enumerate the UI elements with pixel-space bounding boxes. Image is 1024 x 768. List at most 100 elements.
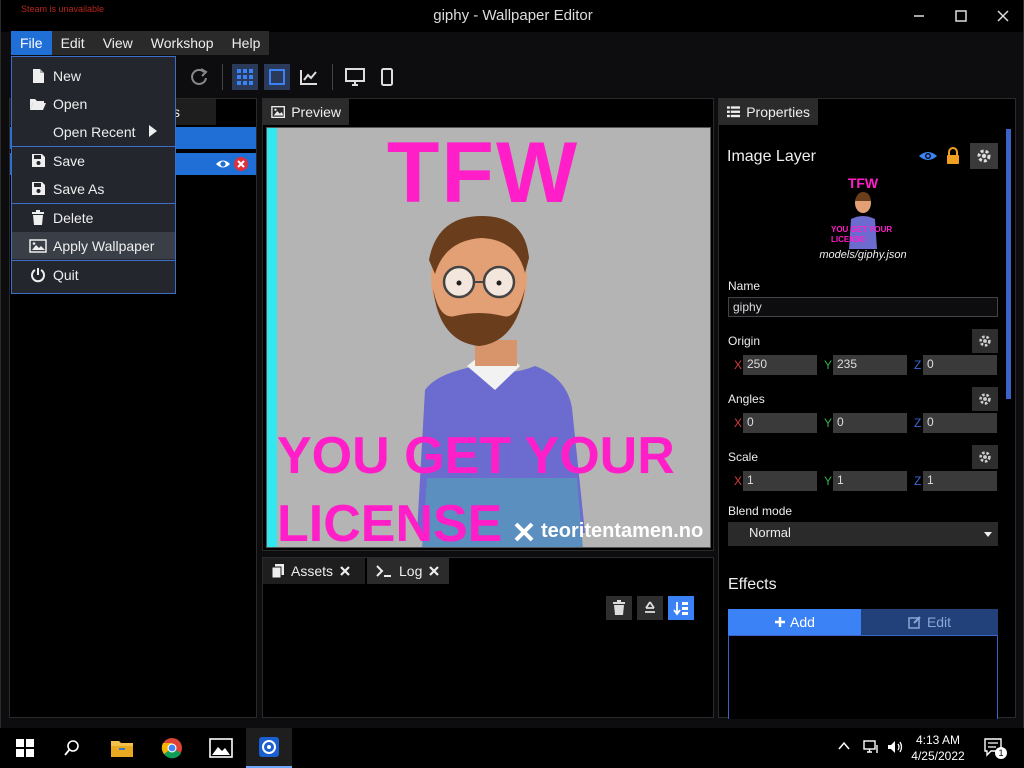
watermark-text: teoritentamen.no bbox=[541, 520, 704, 542]
clear-log-button[interactable] bbox=[606, 596, 632, 620]
mobile-view-button[interactable] bbox=[374, 64, 400, 90]
performance-button[interactable] bbox=[296, 64, 322, 90]
tab-label: Preview bbox=[291, 104, 341, 120]
scale-settings-button[interactable] bbox=[972, 445, 998, 469]
gear-icon bbox=[977, 149, 991, 163]
angles-z-field[interactable]: 0 bbox=[923, 413, 997, 433]
origin-x-field[interactable]: 250 bbox=[743, 355, 817, 375]
menu-workshop[interactable]: Workshop bbox=[142, 31, 223, 55]
image-icon bbox=[271, 106, 285, 118]
scale-z-field[interactable]: 1 bbox=[923, 471, 997, 491]
origin-y-axis: Y bbox=[824, 358, 833, 372]
menu-view[interactable]: View bbox=[94, 31, 142, 55]
blend-mode-label: Blend mode bbox=[728, 504, 793, 518]
redo-icon bbox=[191, 68, 208, 85]
name-field[interactable]: giphy bbox=[728, 297, 998, 317]
edit-icon bbox=[908, 616, 921, 629]
add-effect-button[interactable]: Add bbox=[728, 609, 861, 635]
watermark: teoritentamen.no bbox=[513, 520, 703, 543]
tab-log[interactable]: Log bbox=[367, 558, 449, 584]
start-button[interactable] bbox=[2, 728, 48, 768]
redo-button[interactable] bbox=[186, 64, 212, 90]
menu-item-open-recent[interactable]: Open Recent bbox=[12, 118, 175, 145]
tab-properties[interactable]: Properties bbox=[719, 99, 818, 125]
scale-x-field[interactable]: 1 bbox=[743, 471, 817, 491]
bounds-toggle-button[interactable] bbox=[264, 64, 290, 90]
blend-mode-value: Normal bbox=[749, 525, 791, 540]
menu-item-save-as[interactable]: Save As bbox=[12, 175, 175, 202]
menu-help[interactable]: Help bbox=[223, 31, 270, 55]
layer-settings-button[interactable] bbox=[970, 143, 998, 169]
file-menu-dropdown: New Open Open Recent Save Save As Delete… bbox=[11, 56, 176, 294]
taskbar-wallpaper-engine[interactable] bbox=[246, 728, 292, 768]
lock-toggle[interactable] bbox=[940, 144, 966, 168]
wallpaper-engine-icon bbox=[259, 737, 279, 757]
properties-scrollbar[interactable] bbox=[1006, 129, 1011, 399]
plus-icon bbox=[775, 617, 786, 627]
origin-settings-button[interactable] bbox=[972, 329, 998, 353]
search-button[interactable] bbox=[49, 728, 95, 768]
effects-list[interactable] bbox=[728, 635, 998, 719]
desktop-view-button[interactable] bbox=[342, 64, 368, 90]
autoscroll-button[interactable] bbox=[668, 596, 694, 620]
phone-icon bbox=[381, 68, 393, 86]
menu-item-save[interactable]: Save bbox=[12, 147, 175, 174]
taskbar-file-explorer[interactable] bbox=[99, 728, 145, 768]
system-clock[interactable]: 4:13 AM 4/25/2022 bbox=[910, 732, 966, 764]
action-center-button[interactable]: 1 bbox=[984, 738, 1007, 759]
chrome-icon bbox=[161, 738, 182, 759]
edit-button-label: Edit bbox=[926, 614, 952, 630]
menu-bar: File Edit View Workshop Help bbox=[11, 31, 270, 55]
tab-assets[interactable]: Assets bbox=[263, 558, 365, 584]
tab-label: Assets bbox=[291, 563, 334, 579]
meme-top-text: TFW bbox=[386, 127, 580, 221]
scale-y-field[interactable]: 1 bbox=[833, 471, 907, 491]
menu-item-open[interactable]: Open bbox=[12, 90, 175, 117]
wallpaper-preview-canvas[interactable]: TFW YOU GET YOUR LICENSE teoritentamen.n… bbox=[266, 127, 711, 548]
scale-y-axis: Y bbox=[824, 474, 833, 488]
show-hidden-icons[interactable] bbox=[838, 741, 850, 751]
volume-control[interactable] bbox=[886, 739, 904, 755]
taskbar-chrome[interactable] bbox=[149, 728, 195, 768]
angles-x-field[interactable]: 0 bbox=[743, 413, 817, 433]
menu-file[interactable]: File bbox=[11, 31, 52, 55]
folder-open-icon bbox=[30, 98, 46, 110]
origin-z-axis: Z bbox=[914, 358, 922, 372]
taskbar-photos[interactable] bbox=[198, 728, 244, 768]
photos-icon bbox=[209, 738, 233, 758]
tab-preview[interactable]: Preview bbox=[263, 99, 349, 125]
editor-window: Steam is unavailable giphy - Wallpaper E… bbox=[0, 0, 1024, 728]
edit-effect-button[interactable]: Edit bbox=[861, 609, 998, 635]
grid-toggle-button[interactable] bbox=[232, 64, 258, 90]
recycle-icon bbox=[645, 601, 655, 613]
taskbar: 4:13 AM 4/25/2022 1 bbox=[0, 728, 1024, 768]
trash-icon bbox=[613, 600, 625, 615]
maximize-button[interactable] bbox=[940, 0, 982, 32]
eye-icon[interactable] bbox=[215, 156, 231, 172]
menu-item-delete[interactable]: Delete bbox=[12, 204, 175, 231]
angles-label: Angles bbox=[728, 392, 765, 406]
visibility-toggle[interactable] bbox=[915, 144, 941, 168]
recycle-button[interactable] bbox=[637, 596, 663, 620]
angles-settings-button[interactable] bbox=[972, 387, 998, 411]
close-button[interactable] bbox=[982, 0, 1023, 32]
network-status[interactable] bbox=[862, 739, 880, 755]
menu-item-apply-wallpaper[interactable]: Apply Wallpaper bbox=[12, 232, 175, 259]
origin-z-field[interactable]: 0 bbox=[923, 355, 997, 375]
meme-bottom-line-2: LICENSE bbox=[277, 495, 503, 548]
menu-item-label: Open Recent bbox=[53, 123, 136, 140]
menu-item-quit[interactable]: Quit bbox=[12, 261, 175, 288]
remove-icon[interactable] bbox=[233, 156, 249, 172]
copy-icon bbox=[271, 564, 284, 579]
sort-down-icon bbox=[673, 602, 688, 616]
minimize-button[interactable] bbox=[898, 0, 940, 32]
chevron-down-icon bbox=[984, 532, 992, 537]
blend-mode-select[interactable]: Normal bbox=[728, 522, 998, 546]
menu-item-new[interactable]: New bbox=[12, 62, 175, 89]
tab-label: Properties bbox=[746, 104, 810, 120]
model-path: models/giphy.json bbox=[819, 249, 907, 261]
origin-y-field[interactable]: 235 bbox=[833, 355, 907, 375]
menu-edit[interactable]: Edit bbox=[52, 31, 94, 55]
lock-icon bbox=[947, 147, 959, 164]
angles-y-field[interactable]: 0 bbox=[833, 413, 907, 433]
